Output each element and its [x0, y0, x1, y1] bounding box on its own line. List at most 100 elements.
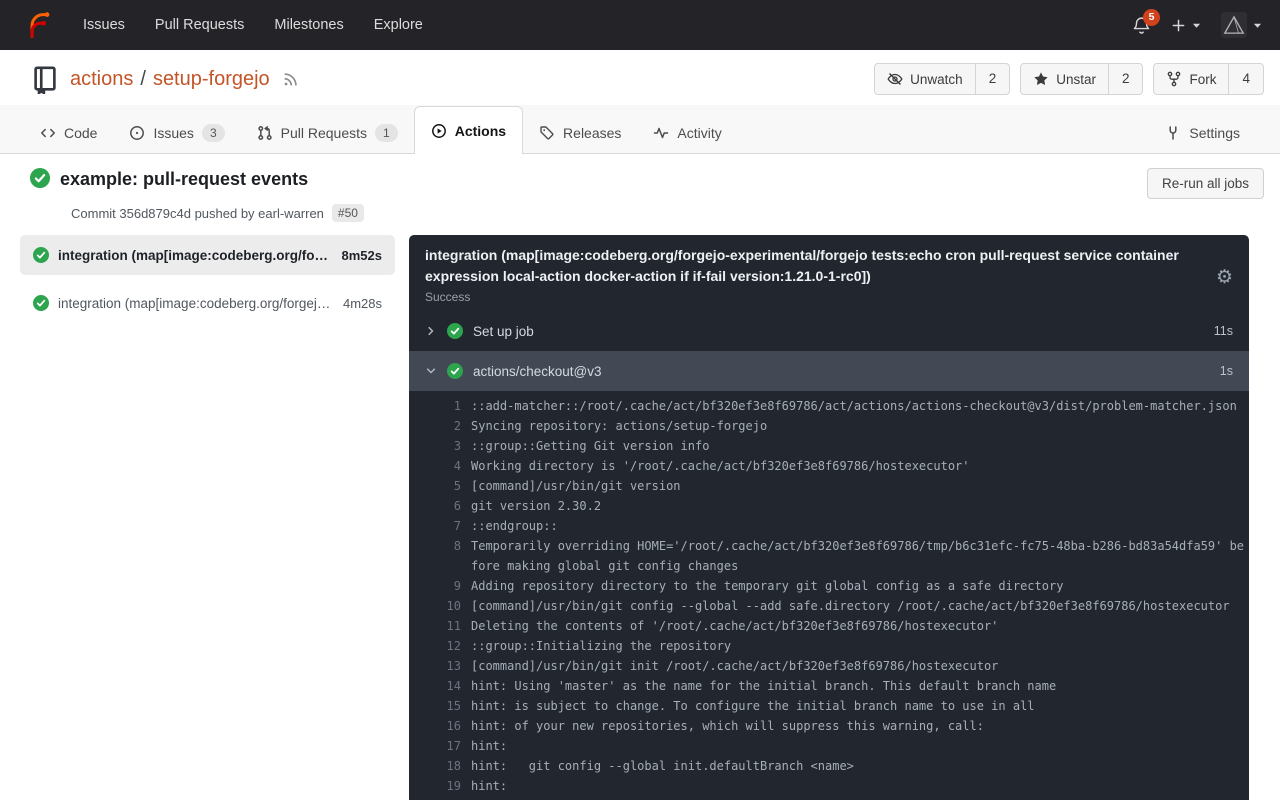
run-header: example: pull-request events Re-run all … [0, 154, 1280, 222]
rerun-all-jobs-button[interactable]: Re-run all jobs [1147, 168, 1264, 199]
tab-label: Code [64, 125, 97, 141]
forgejo-logo-icon[interactable] [24, 10, 54, 40]
unstar-button-main[interactable]: Unstar [1021, 64, 1108, 94]
unwatch-button: Unwatch 2 [874, 63, 1010, 95]
repo-owner-link[interactable]: actions [70, 68, 133, 91]
fork-button-main[interactable]: Fork [1154, 64, 1228, 94]
unwatch-button-label: Unwatch [910, 72, 963, 87]
step-row-set-up-job[interactable]: Set up job11s [409, 311, 1249, 351]
unwatch-button-count[interactable]: 2 [975, 64, 1010, 94]
log-line-number: 4 [425, 456, 461, 476]
step-duration: 11s [1214, 324, 1233, 338]
code-icon [40, 125, 56, 141]
caret-down-icon [1253, 21, 1262, 30]
log-line-text: [command]/usr/bin/git version [471, 476, 1245, 496]
tab-count-badge: 1 [375, 124, 398, 142]
log-line-number: 10 [425, 596, 461, 616]
log-line-number: 6 [425, 496, 461, 516]
tab-pull-requests[interactable]: Pull Requests1 [241, 113, 414, 153]
run-success-check-icon [30, 168, 50, 188]
log-line-number: 3 [425, 436, 461, 456]
log-line-text: hint: of your new repositories, which wi… [471, 716, 1245, 736]
job-name: integration (map[image:codeberg.org/forg… [58, 296, 334, 311]
tab-issues[interactable]: Issues 3 [113, 113, 240, 153]
log-line: 15hint: is subject to change. To configu… [425, 696, 1249, 716]
log-line-number: 12 [425, 636, 461, 656]
repo-social-buttons: Unwatch2Unstar2Fork4 [874, 63, 1264, 95]
check-circle-icon [447, 363, 463, 379]
run-commit-line: Commit 356d879c4d pushed by earl-warren … [71, 204, 1264, 222]
navbar-item-explore[interactable]: Explore [359, 17, 438, 33]
tab-label: Issues [153, 125, 193, 141]
job-duration: 4m28s [343, 296, 382, 311]
job-status: Success [425, 290, 1216, 304]
navbar-right: 5 [1132, 12, 1262, 38]
log-line-text: ::group::Initializing the repository [471, 636, 1245, 656]
tab-label: Activity [677, 125, 721, 141]
repo-breadcrumb: actions / setup-forgejo [70, 68, 270, 91]
log-line: 11 Deleting the contents of '/root/.cache… [425, 616, 1249, 636]
repo-header: actions / setup-forgejo Unwatch2Unstar2F… [0, 50, 1280, 105]
play-circle-icon [431, 123, 447, 139]
repo-tab-bar: Code Issues 3 Pull Requests1Actions Releases… [0, 105, 1280, 154]
log-line-text: Deleting the contents of '/root/.cache/a… [471, 616, 1245, 636]
unwatch-button-main[interactable]: Unwatch [875, 64, 975, 94]
fork-button-count[interactable]: 4 [1228, 64, 1263, 94]
log-line-text: hint: Names commonly chosen instead of '… [471, 796, 1245, 800]
log-line-text: git version 2.30.2 [471, 496, 1245, 516]
check-circle-icon [447, 323, 463, 339]
navbar-item-issues[interactable]: Issues [68, 17, 140, 33]
issue-icon [129, 125, 145, 141]
chevron-down-icon [425, 365, 437, 377]
tab-label: Releases [563, 125, 621, 141]
log-line-text: hint: is subject to change. To configure… [471, 696, 1245, 716]
log-line: 16 hint: of your new repositories, which … [425, 716, 1249, 736]
tab-settings[interactable]: Settings [1149, 113, 1256, 153]
job-log-panel: integration (map[image:codeberg.org/forg… [409, 235, 1249, 800]
tab-count-badge: 3 [202, 124, 225, 142]
log-line-number: 8 [425, 536, 461, 576]
log-line-number: 11 [425, 616, 461, 636]
tab-releases[interactable]: Releases [523, 113, 637, 153]
tab-activity[interactable]: Activity [637, 113, 737, 153]
navbar-menu: IssuesPull RequestsMilestonesExplore [68, 17, 438, 33]
navbar-item-pull-requests[interactable]: Pull Requests [140, 17, 259, 33]
wrench-icon [1165, 125, 1181, 141]
job-panel-header: integration (map[image:codeberg.org/forg… [409, 235, 1249, 311]
top-navbar: IssuesPull RequestsMilestonesExplore 5 [0, 0, 1280, 50]
create-new-button[interactable] [1171, 18, 1201, 33]
log-line-number: 16 [425, 716, 461, 736]
job-list-item[interactable]: integration (map[image:codeberg.org/forg… [20, 235, 395, 275]
log-line: 5[command]/usr/bin/git version [425, 476, 1249, 496]
log-line: 1::add-matcher::/root/.cache/act/bf320ef… [425, 396, 1249, 416]
log-line-text: ::add-matcher::/root/.cache/act/bf320ef3… [471, 396, 1245, 416]
gear-icon[interactable]: ⚙ [1216, 268, 1233, 287]
unstar-button-count[interactable]: 2 [1108, 64, 1143, 94]
job-duration: 8m52s [342, 248, 382, 263]
eye-slash-icon [887, 71, 903, 87]
log-line-text: hint: git config --global init.defaultBr… [471, 756, 1245, 776]
commit-text[interactable]: Commit 356d879c4d pushed by earl-warren [71, 206, 324, 221]
tab-actions[interactable]: Actions [414, 106, 523, 154]
job-panel-title: integration (map[image:codeberg.org/forg… [425, 245, 1216, 287]
chevron-right-icon [425, 325, 437, 337]
job-list-item[interactable]: integration (map[image:codeberg.org/forg… [20, 283, 395, 323]
tab-label: Settings [1189, 125, 1240, 141]
log-line-text: Temporarily overriding HOME='/root/.cach… [471, 536, 1245, 576]
run-title: example: pull-request events [60, 168, 308, 190]
log-line-text: [command]/usr/bin/git init /root/.cache/… [471, 656, 1245, 676]
log-line-text: hint: [471, 776, 1245, 796]
step-row-actions-checkout-v3[interactable]: actions/checkout@v31s [409, 351, 1249, 391]
log-line: 18hint: git config --global init.default… [425, 756, 1249, 776]
notifications-button[interactable]: 5 [1132, 16, 1151, 35]
navbar-item-milestones[interactable]: Milestones [259, 17, 358, 33]
activity-icon [653, 125, 669, 141]
log-line-text: [command]/usr/bin/git config --global --… [471, 596, 1245, 616]
log-line-number: 14 [425, 676, 461, 696]
rss-icon[interactable] [282, 71, 299, 88]
tab-code[interactable]: Code [24, 113, 113, 153]
step-log: 1::add-matcher::/root/.cache/act/bf320ef… [409, 391, 1249, 800]
user-menu-button[interactable] [1221, 12, 1262, 38]
log-line: 9Adding repository directory to the temp… [425, 576, 1249, 596]
repo-name-link[interactable]: setup-forgejo [153, 68, 270, 91]
